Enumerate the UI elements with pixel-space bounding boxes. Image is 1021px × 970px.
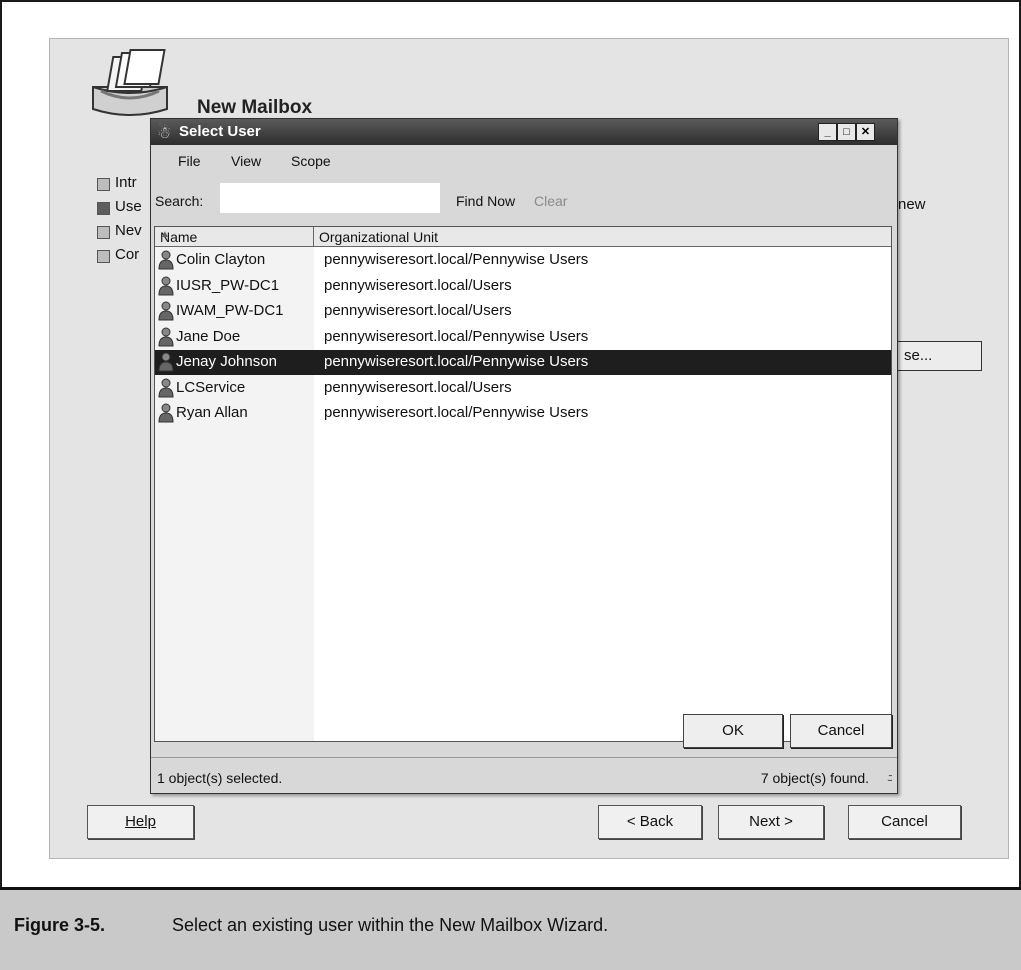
menu-file[interactable]: File [178,153,201,169]
dialog-titlebar[interactable]: ☃ Select User _ □ ✕ [151,119,897,145]
column-header-label: Organizational Unit [319,229,439,245]
wizard-description-fragment: new [898,196,926,213]
column-header-name[interactable]: Name ▲ [155,227,314,246]
list-header: Name ▲ Organizational Unit [155,227,891,247]
user-name: IWAM_PW-DC1 [176,302,284,319]
user-icon [158,250,174,270]
figure-caption: Figure 3-5. Select an existing user with… [0,887,1021,970]
user-icon [158,352,174,372]
menu-bar: File View Scope [151,145,897,175]
step-label: Cor [115,246,140,263]
close-icon[interactable]: ✕ [856,123,875,141]
mailbox-icon [92,49,168,116]
step-marker-icon [97,250,110,263]
help-button[interactable]: Help [87,805,194,839]
sort-ascending-icon: ▲ [160,229,170,240]
search-input[interactable] [220,183,440,213]
step-marker-icon [97,202,110,215]
list-item[interactable]: IUSR_PW-DC1 pennywiseresort.local/Users [155,274,891,299]
select-user-dialog: ☃ Select User _ □ ✕ File View Scope Sear… [150,118,898,794]
user-name: Colin Clayton [176,251,266,268]
user-organizational-unit: pennywiseresort.local/Pennywise Users [324,327,589,345]
user-organizational-unit: pennywiseresort.local/Users [324,276,512,294]
list-item[interactable]: Colin Clayton pennywiseresort.local/Penny… [155,248,891,273]
status-bar: 1 object(s) selected. 7 object(s) found.… [151,757,897,794]
figure-frame: New Mailbox Intr Use Nev Cor new se... H… [0,0,1021,967]
figure-caption-text: Select an existing user within the New M… [172,915,609,935]
user-icon [158,327,174,346]
maximize-icon[interactable]: □ [837,123,856,141]
find-now-button[interactable]: Find Now [456,193,515,209]
step-label: Nev [115,222,142,239]
wizard-cancel-button[interactable]: Cancel [848,805,961,839]
user-name: Jane Doe [176,327,241,345]
column-header-ou[interactable]: Organizational Unit [314,227,891,246]
clear-button[interactable]: Clear [534,193,567,209]
status-found: 7 object(s) found. [760,770,869,786]
step-label: Use [115,198,142,215]
user-name: IUSR_PW-DC1 [176,276,280,294]
user-organizational-unit: pennywiseresort.local/Pennywise Users [324,353,589,370]
minimize-icon[interactable]: _ [818,123,837,141]
list-item[interactable]: Jane Doe pennywiseresort.local/Pennywise … [155,325,891,350]
figure-number: Figure 3-5. [14,915,106,935]
user-icon [158,276,174,295]
user-name: Ryan Allan [176,404,248,421]
user-list[interactable]: Name ▲ Organizational Unit Colin Clayton… [154,226,892,742]
step-marker-icon [97,178,110,191]
resize-grip-icon[interactable]: .::: [887,772,893,784]
list-item[interactable]: Ryan Allan pennywiseresort.local/Pennywis… [155,401,891,426]
step-label: Intr [115,174,137,191]
user-organizational-unit: pennywiseresort.local/Pennywise Users [324,251,589,268]
next-button[interactable]: Next > [718,805,824,839]
browse-button[interactable]: se... [889,341,982,371]
status-selected: 1 object(s) selected. [157,770,283,786]
user-organizational-unit: pennywiseresort.local/Pennywise Users [324,404,589,421]
user-name: Jenay Johnson [176,353,277,370]
user-organizational-unit: pennywiseresort.local/Users [324,302,512,319]
ok-button[interactable]: OK [683,714,783,748]
user-name: LCService [176,378,246,396]
menu-view[interactable]: View [231,153,261,169]
users-icon: ☃ [157,125,172,142]
list-item[interactable]: IWAM_PW-DC1 pennywiseresort.local/Users [155,299,891,324]
search-row: Search: Find Now Clear [151,181,897,213]
help-label: Help [125,813,156,830]
search-label: Search: [155,193,204,209]
user-organizational-unit: pennywiseresort.local/Users [324,378,512,396]
user-icon [158,301,174,321]
dialog-cancel-button[interactable]: Cancel [790,714,892,748]
step-marker-icon [97,226,110,239]
list-item[interactable]: LCService pennywiseresort.local/Users [155,376,891,401]
user-icon [158,378,174,397]
list-item[interactable]: Jenay Johnson pennywiseresort.local/Penny… [155,350,891,375]
user-icon [158,403,174,423]
wizard-title: New Mailbox [197,97,313,118]
menu-scope[interactable]: Scope [291,153,331,169]
dialog-title: Select User [179,123,261,140]
back-button[interactable]: < Back [598,805,702,839]
